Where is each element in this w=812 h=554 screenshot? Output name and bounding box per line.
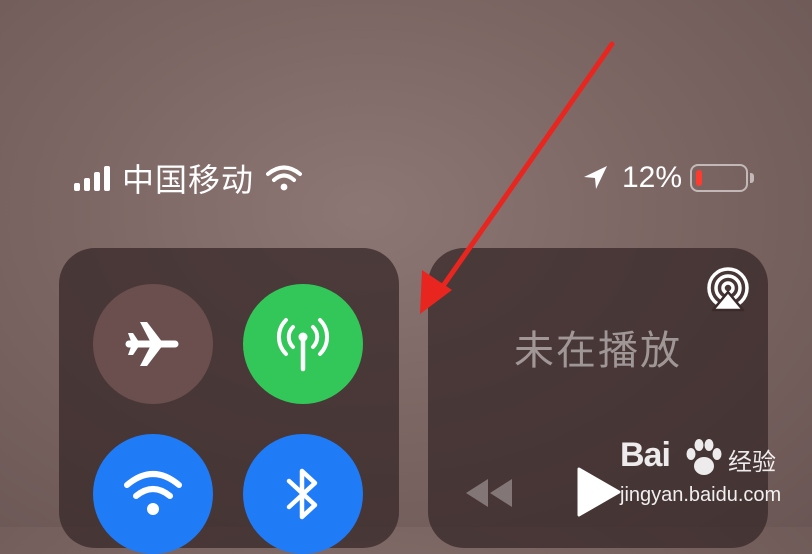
battery-cap: [750, 173, 754, 183]
cellular-antenna-icon: [276, 318, 330, 372]
cellular-data-toggle[interactable]: [243, 284, 363, 404]
bluetooth-icon: [286, 468, 318, 520]
carrier-name: 中国移动: [122, 161, 255, 199]
battery-icon: [690, 164, 748, 192]
wifi-icon: [124, 471, 182, 515]
rewind-icon[interactable]: [464, 473, 514, 513]
connectivity-panel: [59, 248, 399, 554]
airplane-icon: [125, 322, 179, 366]
now-playing-title: 未在播放: [514, 328, 682, 374]
wifi-toggle[interactable]: [93, 434, 213, 554]
location-arrow-icon: [583, 166, 607, 189]
paw-icon: [686, 439, 722, 475]
signal-icon: [74, 165, 110, 191]
watermark-brand: Bai: [620, 436, 671, 474]
watermark-brand-cn: 经验: [728, 448, 776, 476]
battery-percentage: 12%: [621, 161, 682, 194]
play-icon[interactable]: [576, 466, 622, 518]
battery-level-fill: [696, 170, 702, 186]
wifi-icon: [266, 165, 303, 191]
bluetooth-toggle[interactable]: [243, 434, 363, 554]
airplay-icon[interactable]: [704, 266, 752, 314]
status-bar-right: 12%: [580, 158, 754, 198]
baidu-jingyan-watermark: Bai 经验 jingyan.baidu.com: [620, 436, 782, 516]
airplane-mode-toggle[interactable]: [93, 284, 213, 404]
watermark-url: jingyan.baidu.com: [620, 484, 782, 506]
status-bar-left: 中国移动: [74, 158, 303, 199]
